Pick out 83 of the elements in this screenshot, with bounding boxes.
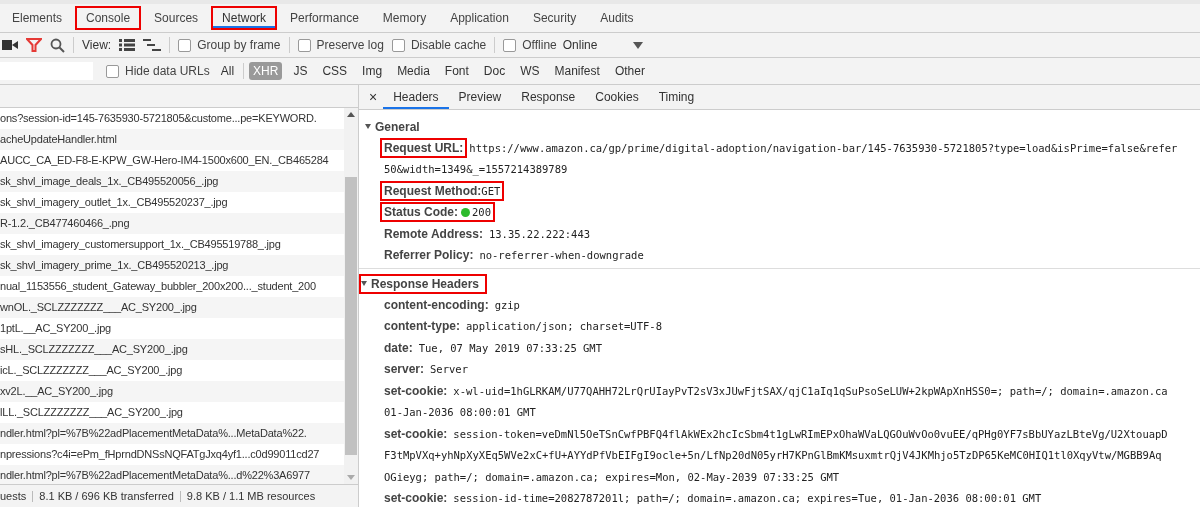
- header-name: Request Method:GET: [380, 180, 505, 201]
- header-name: server:: [383, 361, 426, 379]
- status-ok-icon: [461, 207, 470, 217]
- header-value: no-referrer-when-downgrade: [479, 249, 644, 262]
- close-icon[interactable]: ×: [367, 85, 384, 109]
- request-row[interactable]: R-1.2._CB477460466_.png: [0, 213, 344, 234]
- waterfall-icon[interactable]: [143, 39, 162, 51]
- panel-tab[interactable]: Sources: [143, 6, 210, 30]
- panel-tab[interactable]: Elements: [1, 6, 74, 30]
- type-filter[interactable]: WS: [516, 62, 544, 80]
- toolbar-checkbox[interactable]: Preserve log: [297, 38, 384, 52]
- request-row[interactable]: ndler.html?pl=%7B%22adPlacementMetaData%...MetaData%22.: [0, 423, 344, 444]
- header-value: 13.35.22.222:443: [488, 227, 591, 240]
- request-row[interactable]: sHL._SCLZZZZZZZ___AC_SY200_.jpg: [0, 339, 344, 360]
- panel-tab[interactable]: Performance: [279, 6, 370, 30]
- header-value: session-token=veDmNl5OeTSnCwfPBFQ4flAkWEx2hcIcSbm4t1gLwRImEPxOhaWVaLQGOuWvOo0vuEE/qPHg0YF7sBbUYazLBteVg/U2XtouapD: [453, 427, 1168, 440]
- record-icon[interactable]: [2, 39, 18, 51]
- header-name: set-cookie:: [383, 425, 449, 443]
- section-header[interactable]: General: [359, 116, 1200, 137]
- detail-tab[interactable]: Timing: [648, 85, 705, 109]
- detail-tab[interactable]: Preview: [448, 85, 512, 109]
- header-value: https://www.amazon.ca/gp/prime/digital-adoption/navigation-bar/145-7635930-5721805?type=load&isPrime=false&refer: [469, 141, 1178, 154]
- type-filter[interactable]: JS: [289, 62, 312, 80]
- type-filter[interactable]: Font: [440, 62, 473, 80]
- section-header[interactable]: Response Headers: [359, 273, 488, 294]
- header-value: OGieyg; path=/; domain=.amazon.ca; expires=Mon, 02-May-2039 07:33:25 GMT: [383, 469, 841, 485]
- detail-tab[interactable]: Headers: [383, 85, 449, 109]
- type-filter[interactable]: CSS: [318, 62, 352, 80]
- header-value: gzip: [494, 298, 520, 311]
- type-filter[interactable]: Img: [358, 62, 387, 80]
- type-filter[interactable]: Other: [610, 62, 649, 80]
- header-value: session-id-time=2082787201l; path=/; domain=.amazon.ca; expires=Tue, 01-Jan-2036 08:00:01 GMT: [453, 492, 1042, 505]
- header-value: 200: [472, 206, 491, 219]
- status-text: uests: [0, 490, 27, 502]
- toolbar-checkbox[interactable]: Offline: [503, 38, 557, 52]
- header-name: Request URL:: [380, 137, 468, 158]
- header-value: Server: [430, 363, 468, 376]
- header-value: 50&width=1349&_=1557214389789: [383, 162, 569, 178]
- detail-tab[interactable]: Response: [511, 85, 586, 109]
- header-value: F3tMpVXq+yhNpXyXEq5WVe2xC+fU+AYYdPfVbEIFgI9ocle+5n/LfNp20dN05yrH7KPnGlBmKMsuxmtrQjV4JKMhjo5TzDP65KeMC0HIQ1tl0XqyVtw/MGBB9Aq: [383, 448, 1163, 464]
- caret-icon[interactable]: [633, 41, 644, 49]
- throttling-dropdown[interactable]: Online: [562, 38, 598, 52]
- status-text: 9.8 KB / 1.1 MB resources: [186, 490, 316, 502]
- header-value: Tue, 07 May 2019 07:33:25 GMT: [418, 341, 602, 354]
- type-filter[interactable]: Manifest: [550, 62, 604, 80]
- request-row[interactable]: acheUpdateHandler.html: [0, 129, 344, 150]
- status-text: 8.1 KB / 696 KB transferred: [39, 490, 174, 502]
- header-name: Status Code: 200: [380, 202, 495, 223]
- panel-tab[interactable]: Application: [439, 6, 520, 30]
- header-name: Remote Address:: [383, 225, 484, 243]
- scrollbar[interactable]: [344, 108, 358, 484]
- request-row[interactable]: sk_shvl_image_deals_1x._CB495520056_.jpg: [0, 171, 344, 192]
- panel-tab[interactable]: Network: [211, 6, 278, 30]
- header-name: set-cookie:: [383, 490, 449, 507]
- toolbar-checkbox[interactable]: Group by frame: [178, 38, 281, 52]
- list-view-icon[interactable]: [119, 39, 136, 51]
- header-value: GET: [481, 184, 501, 197]
- scroll-up-icon[interactable]: [347, 112, 355, 117]
- hide-data-urls-checkbox[interactable]: Hide data URLs: [106, 64, 210, 78]
- header-name: date:: [383, 339, 414, 357]
- panel-tab[interactable]: Memory: [371, 6, 438, 30]
- header-name: set-cookie:: [383, 382, 449, 400]
- header-name: content-encoding:: [383, 296, 490, 314]
- header-name: content-type:: [383, 318, 461, 336]
- request-row[interactable]: ndler.html?pl=%7B%22adPlacementMetaData%...d%22%3A6977: [0, 465, 344, 486]
- request-row[interactable]: sk_shvl_imagery_prime_1x._CB495520213_.jpg: [0, 255, 344, 276]
- type-filter[interactable]: All: [216, 62, 239, 80]
- detail-tab[interactable]: Cookies: [585, 85, 649, 109]
- header-value: application/json; charset=UTF-8: [466, 320, 662, 333]
- panel-tab[interactable]: Security: [521, 6, 588, 30]
- panel-tab[interactable]: Console: [75, 6, 142, 30]
- view-label: View:: [82, 38, 112, 52]
- header-value: 01-Jan-2036 08:00:01 GMT: [383, 405, 537, 421]
- request-row[interactable]: wnOL._SCLZZZZZZZ___AC_SY200_.jpg: [0, 297, 344, 318]
- header-name: Referrer Policy:: [383, 247, 475, 265]
- type-filter[interactable]: Doc: [479, 62, 510, 80]
- toolbar-checkbox[interactable]: Disable cache: [391, 38, 487, 52]
- panel-tab[interactable]: Audits: [589, 6, 645, 30]
- type-filter[interactable]: Media: [393, 62, 434, 80]
- request-row[interactable]: xv2L.__AC_SY200_.jpg: [0, 381, 344, 402]
- filter-icon[interactable]: [26, 38, 42, 52]
- search-icon[interactable]: [50, 37, 65, 53]
- header-value: x-wl-uid=1hGLRKAM/U77QAHH72LrQrUIayPvT2sV3xJUwFjtSAX/qjC1aIq1qSuPsoSeLUW+2kpWApXnHSS0=; path=/; domain=.amazon.ca: [453, 384, 1168, 397]
